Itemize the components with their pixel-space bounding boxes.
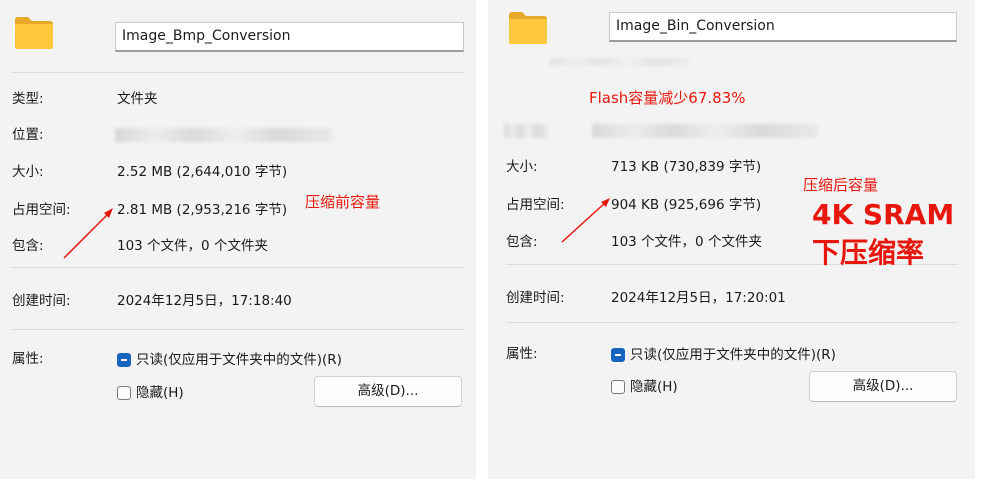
created-label: 创建时间: (12, 293, 71, 309)
created-value: 2024年12月5日，17:20:01 (611, 290, 786, 306)
contains-value: 103 个文件，0 个文件夹 (117, 238, 268, 254)
advanced-button[interactable]: 高级(D)... (809, 371, 957, 402)
contains-label: 包含: (12, 238, 44, 254)
hidden-checkbox-label[interactable]: 隐藏(H) (630, 378, 678, 396)
size-value: 2.52 MB (2,644,010 字节) (117, 164, 288, 180)
properties-panel-bmp: Image_Bmp_Conversion 类型: 文件夹 位置: 大小: 2.5… (0, 0, 476, 479)
contains-value: 103 个文件，0 个文件夹 (611, 234, 762, 250)
hidden-checkbox[interactable] (117, 386, 131, 400)
divider (12, 267, 464, 268)
size-label: 大小: (12, 164, 44, 180)
type-label: 类型: (12, 91, 44, 107)
hidden-checkbox[interactable] (611, 380, 625, 394)
hidden-checkbox-label[interactable]: 隐藏(H) (136, 384, 184, 402)
created-label: 创建时间: (506, 290, 565, 306)
disk-size-value: 904 KB (925,696 字节) (611, 197, 762, 213)
created-value: 2024年12月5日，17:18:40 (117, 293, 292, 309)
disk-size-label: 占用空间: (506, 197, 565, 213)
redacted-location (592, 124, 818, 138)
readonly-checkbox-label[interactable]: 只读(仅应用于文件夹中的文件)(R) (630, 346, 836, 364)
location-label: 位置: (12, 127, 44, 143)
type-value: 文件夹 (117, 91, 158, 107)
advanced-button[interactable]: 高级(D)... (314, 376, 462, 407)
redacted-location (115, 128, 333, 142)
annotation-sram-line2: 下压缩率 (812, 236, 925, 269)
folder-name-input[interactable]: Image_Bin_Conversion (609, 12, 957, 42)
redacted-location-label (504, 124, 548, 138)
folder-name-input[interactable]: Image_Bmp_Conversion (115, 22, 464, 52)
divider (12, 72, 464, 73)
redacted-type (550, 58, 690, 66)
folder-icon (509, 12, 547, 44)
folder-icon (15, 17, 53, 49)
annotation-sram-line1: 4K SRAM (812, 198, 955, 231)
readonly-checkbox[interactable] (117, 353, 131, 367)
divider (506, 322, 958, 323)
annotation-flash-reduction: Flash容量减少67.83% (589, 89, 746, 107)
properties-panel-bin: Image_Bin_Conversion Flash容量减少67.83% 大小:… (488, 0, 975, 479)
readonly-checkbox-label[interactable]: 只读(仅应用于文件夹中的文件)(R) (136, 351, 342, 369)
separator (476, 0, 488, 479)
readonly-checkbox[interactable] (611, 348, 625, 362)
annotation-after-size: 压缩后容量 (803, 176, 879, 194)
contains-label: 包含: (506, 234, 538, 250)
divider (12, 329, 464, 330)
attributes-label: 属性: (12, 351, 44, 367)
disk-size-value: 2.81 MB (2,953,216 字节) (117, 202, 288, 218)
annotation-before-size: 压缩前容量 (305, 193, 381, 211)
size-value: 713 KB (730,839 字节) (611, 159, 762, 175)
arrow-annotation-icon (561, 198, 610, 243)
size-label: 大小: (506, 159, 538, 175)
arrow-annotation-icon (63, 208, 113, 259)
attributes-label: 属性: (506, 346, 538, 362)
